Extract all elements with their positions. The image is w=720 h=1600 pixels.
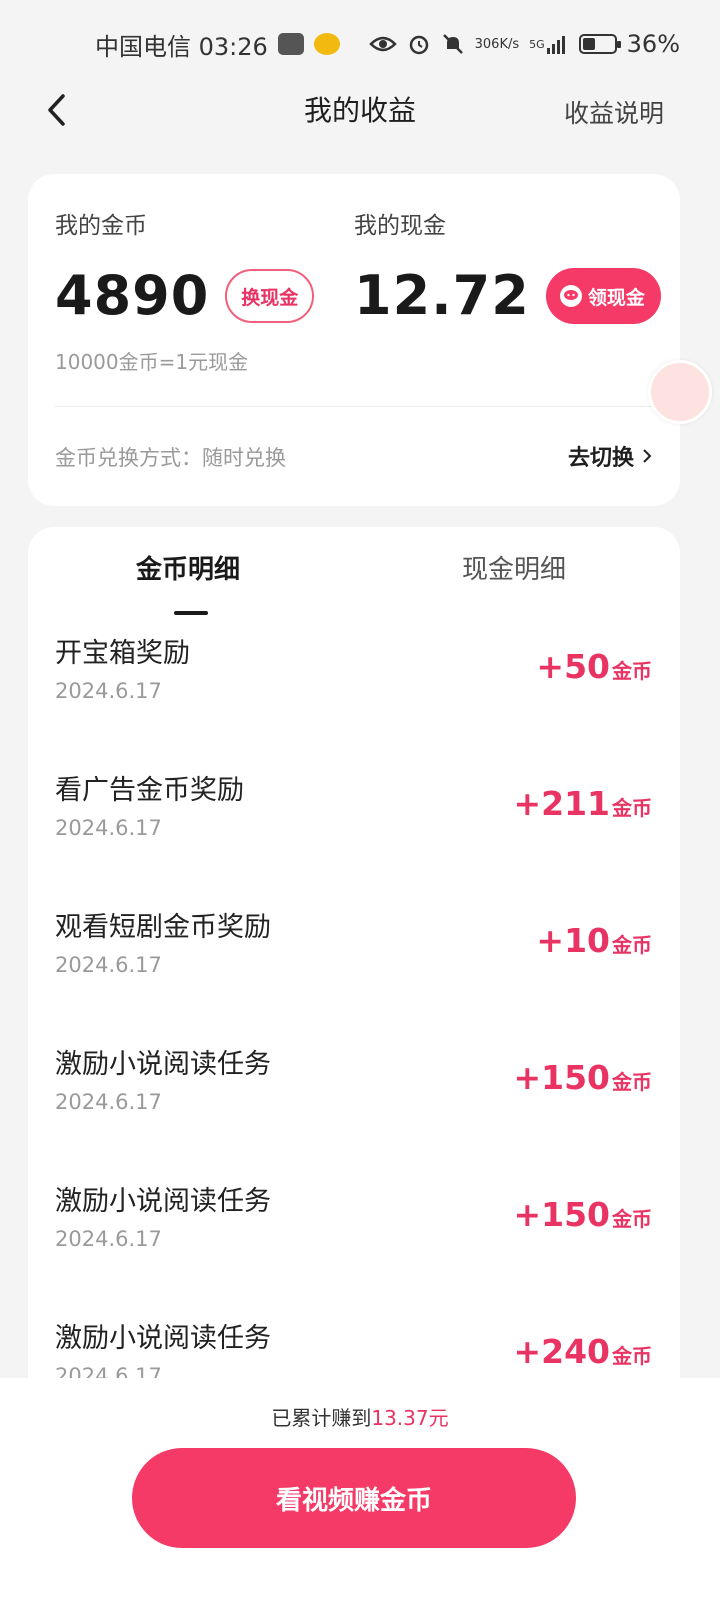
mute-bell-icon — [441, 32, 465, 56]
detail-card: 金币明细 现金明细 开宝箱奖励 2024.6.17 +50 金币 看广告金币奖励 … — [28, 527, 680, 1427]
page-title: 我的收益 — [303, 94, 416, 127]
exchange-method: 金币兑换方式：随时兑换 — [55, 446, 286, 470]
list-item: 看广告金币奖励 2024.6.17 +211 金币 — [28, 756, 680, 893]
battery-icon — [578, 34, 621, 54]
signal-icon: 5G — [529, 34, 569, 54]
chevron-left-icon — [48, 94, 65, 126]
record-date: 2024.6.17 — [55, 816, 162, 840]
withdraw-cash-label: 领现金 — [587, 286, 645, 309]
carrier-time: 中国电信 03:26 — [95, 32, 268, 61]
weibo-notification-icon — [313, 33, 340, 55]
withdraw-cash-button[interactable]: 领现金 — [545, 268, 661, 324]
cash-balance: 我的现金 12.72 领现金 — [354, 206, 661, 328]
battery-percent: 36% — [626, 30, 680, 58]
tab-cash-detail[interactable]: 现金明细 — [462, 549, 566, 586]
list-item: 激励小说阅读任务 2024.6.17 +150 金币 — [28, 1167, 680, 1304]
cash-label: 我的现金 — [354, 213, 446, 239]
exchange-cash-button[interactable]: 换现金 — [225, 269, 315, 323]
list-item: 观看短剧金币奖励 2024.6.17 +10 金币 — [28, 893, 680, 1030]
record-date: 2024.6.17 — [55, 953, 162, 977]
watch-video-earn-button[interactable]: 看视频赚金币 — [132, 1448, 576, 1548]
eye-icon — [368, 34, 397, 54]
record-title: 开宝箱奖励 — [55, 638, 190, 669]
status-left: 中国电信 03:26 — [95, 27, 340, 62]
record-amount: +240 金币 — [513, 1332, 652, 1371]
alarm-icon — [407, 32, 431, 56]
floating-reward-icon[interactable] — [648, 360, 712, 424]
chevron-right-icon — [643, 449, 652, 463]
record-amount: +211 金币 — [513, 784, 652, 823]
record-title: 观看短剧金币奖励 — [55, 912, 271, 943]
record-title: 看广告金币奖励 — [55, 775, 244, 806]
record-title: 激励小说阅读任务 — [55, 1186, 271, 1217]
status-right: 306 K/s 5G 36% — [368, 30, 680, 58]
exchange-rate: 10000金币=1元现金 — [55, 350, 249, 374]
tab-coin-detail[interactable]: 金币明细 — [136, 549, 240, 586]
coin-value: 4890 — [55, 264, 210, 327]
record-title: 激励小说阅读任务 — [55, 1049, 271, 1080]
earnings-explanation-link[interactable]: 收益说明 — [564, 94, 664, 130]
list-item: 开宝箱奖励 2024.6.17 +50 金币 — [28, 619, 680, 756]
app-notification-icon — [277, 33, 304, 55]
record-date: 2024.6.17 — [55, 679, 162, 703]
total-earned: 已累计赚到13.37元 — [271, 1406, 449, 1430]
record-date: 2024.6.17 — [55, 1090, 162, 1114]
record-amount: +150 金币 — [513, 1195, 652, 1234]
coin-label: 我的金币 — [55, 213, 147, 239]
header: 我的收益 收益说明 — [0, 78, 720, 140]
record-title: 激励小说阅读任务 — [55, 1323, 271, 1354]
active-tab-indicator — [174, 611, 208, 615]
list-item: 激励小说阅读任务 2024.6.17 +150 金币 — [28, 1030, 680, 1167]
wechat-icon — [559, 285, 582, 307]
record-date: 2024.6.17 — [55, 1227, 162, 1251]
switch-method-link[interactable]: 去切换 — [568, 440, 652, 472]
switch-method-label: 去切换 — [567, 446, 634, 471]
divider — [55, 406, 653, 407]
record-list: 开宝箱奖励 2024.6.17 +50 金币 看广告金币奖励 2024.6.17 … — [28, 619, 680, 1441]
detail-tabs: 金币明细 现金明细 — [28, 549, 680, 619]
net-speed: 306 K/s — [474, 36, 520, 52]
record-amount: +10 金币 — [536, 921, 652, 960]
back-button[interactable] — [36, 90, 76, 130]
bottom-bar: 已累计赚到13.37元 看视频赚金币 — [0, 1378, 720, 1600]
coin-balance: 我的金币 4890 换现金 — [55, 206, 315, 328]
record-amount: +150 金币 — [513, 1058, 652, 1097]
record-amount: +50 金币 — [536, 647, 652, 686]
balance-card: 我的金币 4890 换现金 我的现金 12.72 领现金 10000金币=1元现… — [28, 174, 712, 506]
status-bar: 中国电信 03:26 306 K/s 5G 36% — [0, 0, 720, 88]
cash-value: 12.72 — [354, 264, 530, 327]
